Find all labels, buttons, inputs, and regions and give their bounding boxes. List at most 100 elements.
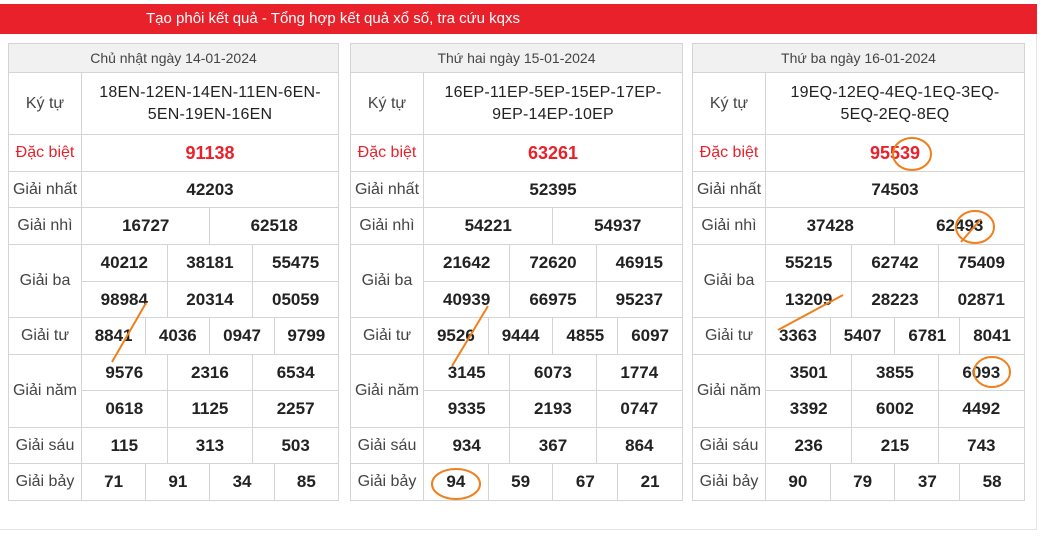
kytu-line-2: 5EN-19EN-16EN <box>147 105 273 123</box>
banner-title: Tạo phôi kết quả - Tổng hợp kết quả xổ s… <box>146 10 520 27</box>
prize-bay: 85 <box>273 463 340 501</box>
prize-ba: 66975 <box>509 281 597 318</box>
prize-nam: 2316 <box>166 354 254 391</box>
prize-ba: 62742 <box>851 244 939 282</box>
prize-tu: 6781 <box>894 317 961 355</box>
label-tu: Giải tư <box>8 317 82 355</box>
prize-ba: 46915 <box>595 244 684 282</box>
result-date: Thứ ba ngày 16-01-2024 <box>692 43 1025 73</box>
prize-nam: 0618 <box>81 390 168 428</box>
prize-nhi: 62518 <box>209 207 339 245</box>
prize-nhi: 37428 <box>764 207 896 245</box>
prize-nhat: 52395 <box>423 171 683 208</box>
label-sau: Giải sáu <box>350 427 424 464</box>
label-bay: Giải bảy <box>350 463 424 501</box>
prize-nam: 3145 <box>422 354 511 391</box>
label-dacbiet: Đặc biệt <box>692 134 766 172</box>
label-nhat: Giải nhất <box>692 171 766 208</box>
prize-ba: 40212 <box>81 244 168 282</box>
label-dacbiet: Đặc biệt <box>8 134 82 172</box>
prize-dacbiet: 91138 <box>81 134 339 172</box>
prize-sau: 934 <box>422 427 511 464</box>
result-table-3: Thứ ba ngày 16-01-2024 Ký tự 19EQ-12EQ-4… <box>692 43 1026 501</box>
prize-sau: 215 <box>851 427 939 464</box>
result-table-1: Chủ nhật ngày 14-01-2024 Ký tự 18EN-12EN… <box>8 43 340 501</box>
prize-ba: 38181 <box>166 244 254 282</box>
prize-bay: 37 <box>894 463 961 501</box>
result-date: Chủ nhật ngày 14-01-2024 <box>8 43 339 73</box>
prize-nhi: 54937 <box>552 207 683 245</box>
prize-nhi: 16727 <box>80 207 211 245</box>
prize-bay: 79 <box>829 463 896 501</box>
prize-ba: 05059 <box>252 281 339 318</box>
kytu-line-1: 16EP-11EP-5EP-15EP-17EP- <box>444 83 662 101</box>
kytu-line-2: 9EP-14EP-10EP <box>492 105 614 123</box>
prize-nam: 2257 <box>252 390 339 428</box>
prize-sau: 864 <box>595 427 684 464</box>
prize-sau: 367 <box>509 427 597 464</box>
label-dacbiet: Đặc biệt <box>350 134 424 172</box>
label-tu: Giải tư <box>350 317 424 355</box>
prize-sau: 743 <box>937 427 1026 464</box>
label-ba: Giải ba <box>692 244 766 318</box>
prize-nhat: 74503 <box>765 171 1025 208</box>
prize-bay: 90 <box>765 463 831 501</box>
label-kytu: Ký tự <box>350 72 424 135</box>
prize-sau: 503 <box>252 427 339 464</box>
prize-bay: 59 <box>487 463 554 501</box>
prize-tu: 9526 <box>423 317 489 355</box>
label-tu: Giải tư <box>692 317 766 355</box>
prize-bay: 94 <box>423 463 489 501</box>
prize-bay: 58 <box>959 463 1025 501</box>
prize-tu: 8841 <box>80 317 147 355</box>
prize-sau: 236 <box>764 427 853 464</box>
prize-nam: 3392 <box>764 390 853 428</box>
prize-tu: 0947 <box>209 317 275 355</box>
prize-ba: 40939 <box>422 281 511 318</box>
label-nam: Giải năm <box>692 354 766 428</box>
label-bay: Giải bảy <box>692 463 766 501</box>
prize-nam: 6093 <box>937 354 1026 391</box>
prize-tu: 4036 <box>145 317 211 355</box>
prize-bay: 21 <box>617 463 683 501</box>
prize-tu: 5407 <box>829 317 896 355</box>
prize-bay: 67 <box>552 463 619 501</box>
prize-ba: 21642 <box>422 244 511 282</box>
kytu-line-2: 5EQ-2EQ-8EQ <box>840 105 950 123</box>
prize-tu: 6097 <box>617 317 683 355</box>
prize-nhi: 54221 <box>422 207 554 245</box>
prize-sau: 115 <box>81 427 168 464</box>
prize-nam: 1774 <box>595 354 684 391</box>
prize-ba: 55215 <box>764 244 853 282</box>
prize-dacbiet: 63261 <box>423 134 683 172</box>
prize-nam: 6534 <box>252 354 339 391</box>
prize-ba: 02871 <box>937 281 1026 318</box>
prize-nam: 6073 <box>509 354 597 391</box>
label-kytu: Ký tự <box>692 72 766 135</box>
prize-ba: 98984 <box>81 281 168 318</box>
prize-nam: 3855 <box>851 354 939 391</box>
prize-tu: 3363 <box>765 317 831 355</box>
prize-tu: 9444 <box>487 317 554 355</box>
label-ba: Giải ba <box>8 244 82 318</box>
label-ba: Giải ba <box>350 244 424 318</box>
label-nam: Giải năm <box>8 354 82 428</box>
prize-nam: 3501 <box>764 354 853 391</box>
prize-ba: 75409 <box>937 244 1026 282</box>
prize-bay: 34 <box>209 463 275 501</box>
label-nhi: Giải nhì <box>350 207 424 245</box>
prize-bay: 71 <box>80 463 147 501</box>
label-kytu: Ký tự <box>8 72 82 135</box>
prize-nam: 2193 <box>509 390 597 428</box>
result-date: Thứ hai ngày 15-01-2024 <box>350 43 683 73</box>
prize-ba: 28223 <box>851 281 939 318</box>
prize-tu: 4855 <box>552 317 619 355</box>
result-table-2: Thứ hai ngày 15-01-2024 Ký tự 16EP-11EP-… <box>350 43 684 501</box>
kytu-codes: 16EP-11EP-5EP-15EP-17EP- 9EP-14EP-10EP <box>423 72 683 135</box>
label-nam: Giải năm <box>350 354 424 428</box>
prize-ba: 95237 <box>595 281 684 318</box>
prize-nam: 1125 <box>166 390 254 428</box>
label-nhi: Giải nhì <box>8 207 82 245</box>
label-nhi: Giải nhì <box>692 207 766 245</box>
prize-tu: 8041 <box>959 317 1025 355</box>
